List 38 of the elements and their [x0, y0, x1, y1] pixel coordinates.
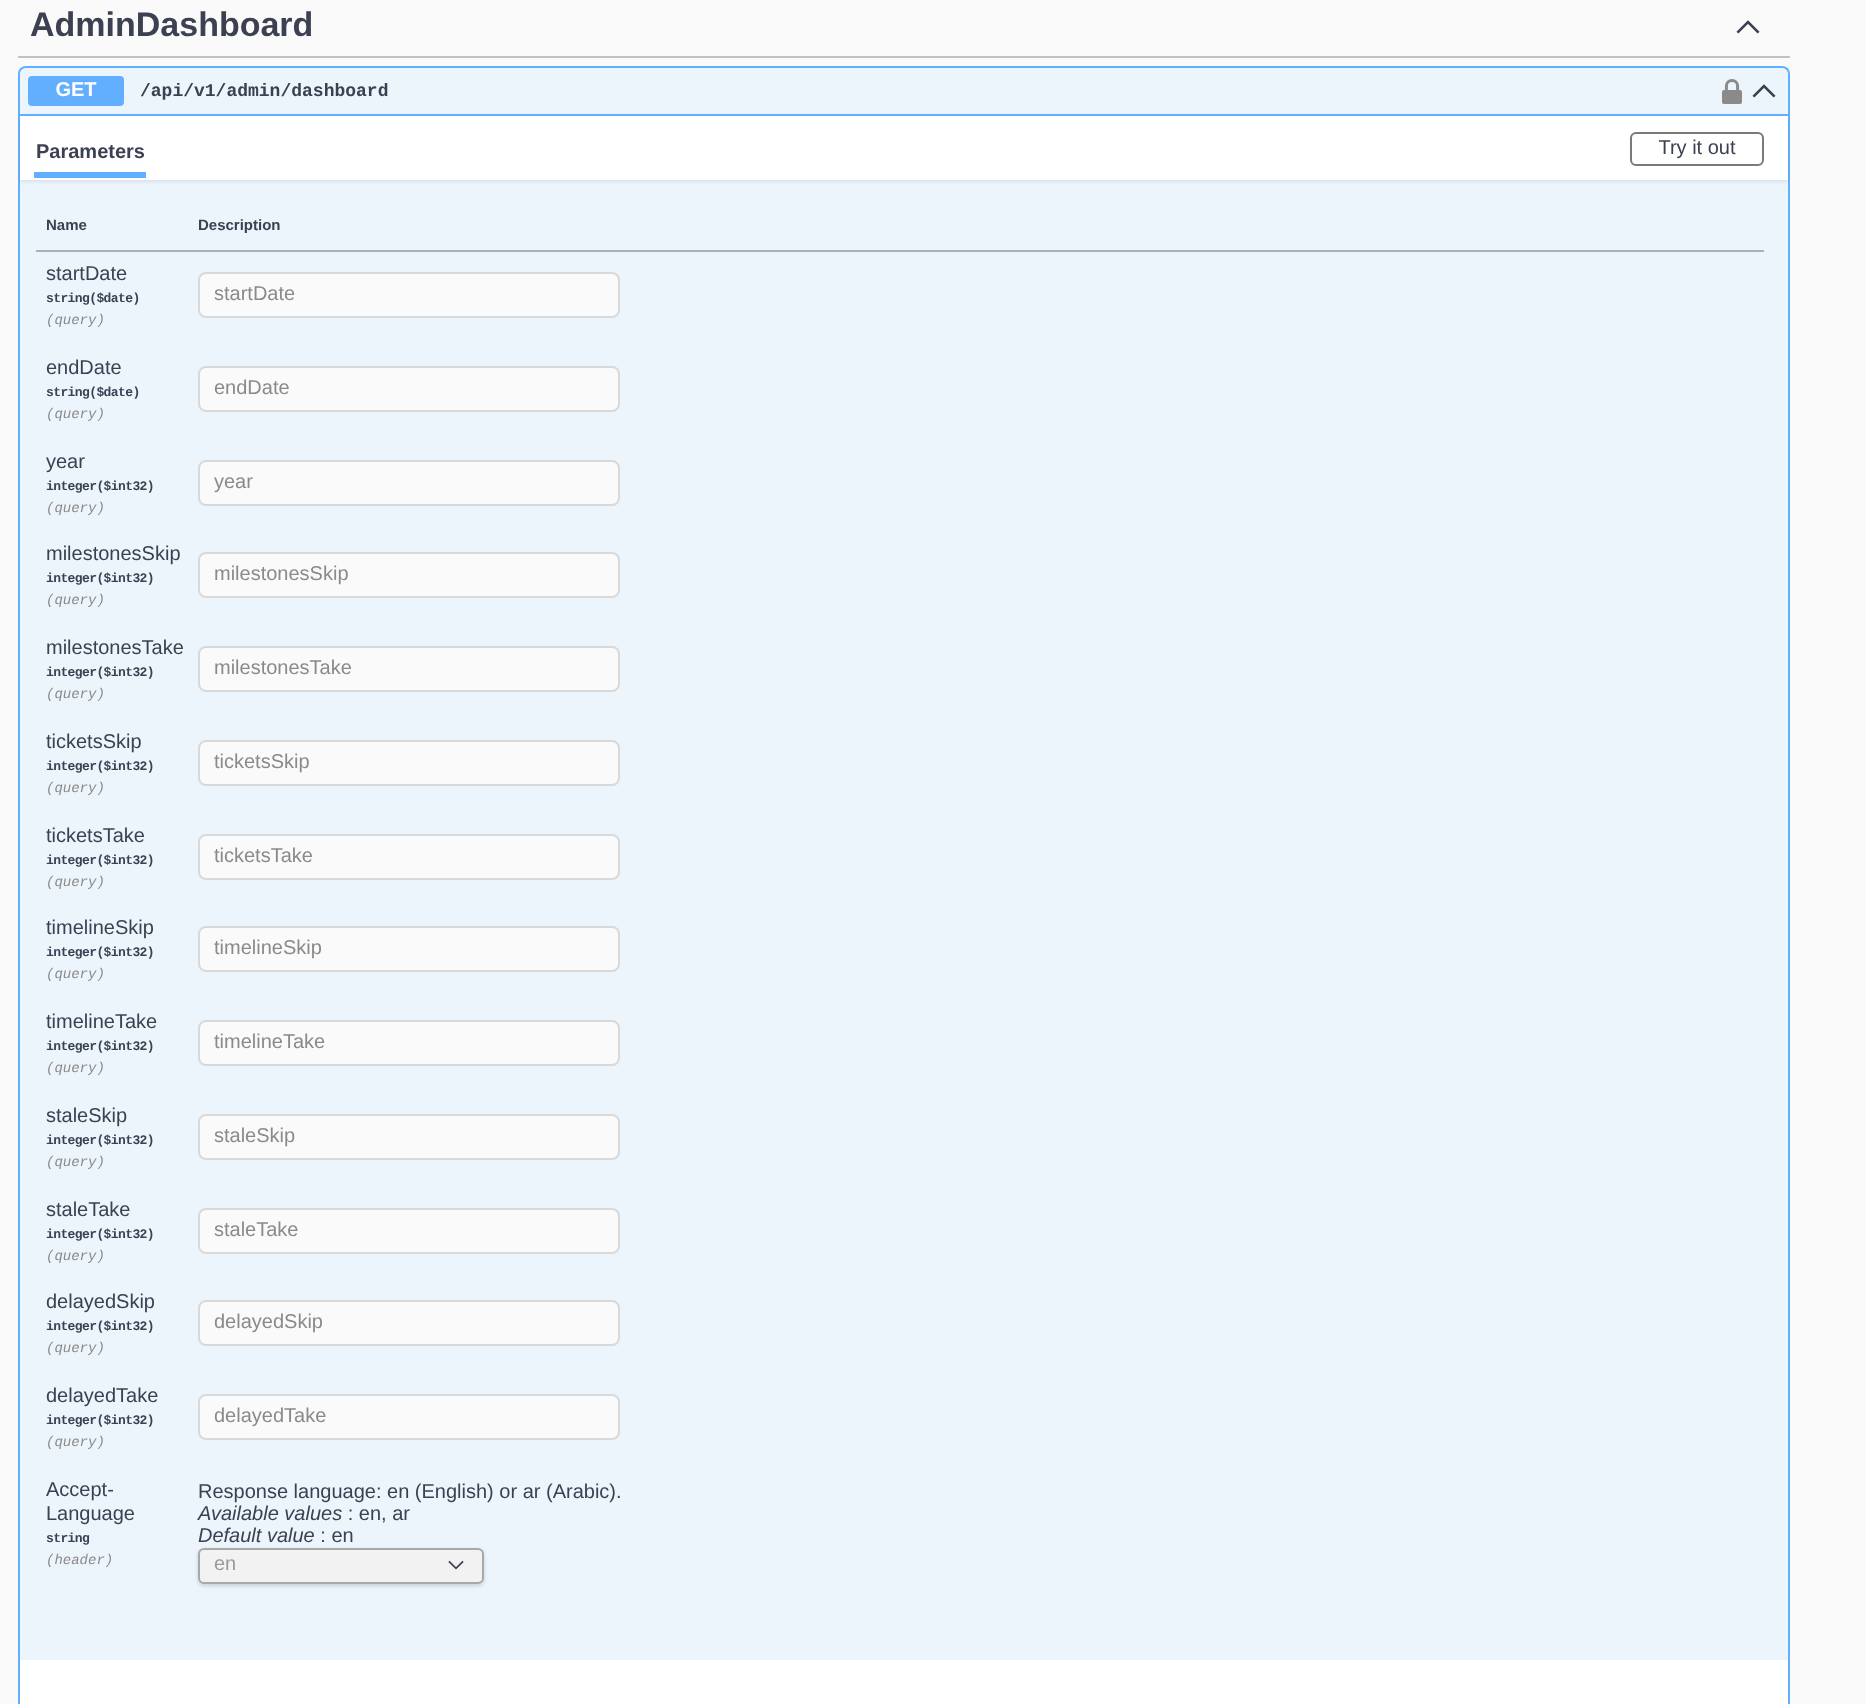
parameter-name: endDate	[46, 357, 124, 382]
input-field[interactable]: staleTake	[198, 1207, 620, 1253]
chevron-up-icon[interactable]	[1752, 84, 1776, 98]
input-field[interactable]: timelineSkip	[198, 926, 620, 973]
input-field[interactable]: delayedTake	[198, 1394, 620, 1440]
parameter-name: timelineTake	[46, 1012, 160, 1036]
parameter-name: Accept-Language	[46, 1479, 137, 1528]
input-field[interactable]: staleSkip	[198, 1113, 620, 1160]
parameter-name: milestonesTake	[46, 638, 186, 662]
input-field[interactable]: milestonesSkip	[198, 552, 620, 599]
section-title[interactable]: AdminDashboard	[30, 6, 314, 46]
lock-icon[interactable]	[1722, 78, 1742, 104]
default-value-text: Default value : en	[198, 1525, 354, 1548]
available-values-text: Available values : en, ar	[198, 1503, 410, 1526]
input-field[interactable]: delayedSkip	[198, 1300, 620, 1347]
chevron-up-icon[interactable]	[1736, 19, 1760, 33]
input-field[interactable]: timelineTake	[198, 1020, 620, 1066]
parameter-name: year	[46, 451, 87, 475]
input-field[interactable]: startDate	[198, 272, 620, 318]
method-badge: GET	[28, 76, 124, 106]
input-field[interactable]: ticketsSkip	[198, 739, 620, 786]
parameter-name: milestonesSkip	[46, 544, 183, 569]
endpoint-path: /api/v1/admin/dashboard	[140, 81, 391, 101]
parameter-name: ticketsSkip	[46, 731, 144, 756]
parameter-name: staleTake	[46, 1199, 133, 1223]
input-field[interactable]: year	[198, 459, 620, 505]
description-text: Response language: en (English) or ar (Arabic).	[198, 1481, 622, 1504]
input-field[interactable]: ticketsTake	[198, 833, 620, 879]
parameter-name: delayedTake	[46, 1386, 161, 1410]
parameter-name: startDate	[46, 264, 130, 288]
try-it-out-button[interactable]: Try it out	[1630, 131, 1764, 165]
input-field[interactable]: milestonesTake	[198, 646, 620, 692]
parameter-name: staleSkip	[46, 1105, 130, 1130]
parameter-name: delayedSkip	[46, 1292, 157, 1317]
operation-header[interactable]: GET /api/v1/admin/dashboard	[20, 68, 1788, 116]
parameter-name: timelineSkip	[46, 918, 156, 943]
input-field[interactable]: endDate	[198, 365, 620, 412]
parameter-name: ticketsTake	[46, 825, 147, 849]
